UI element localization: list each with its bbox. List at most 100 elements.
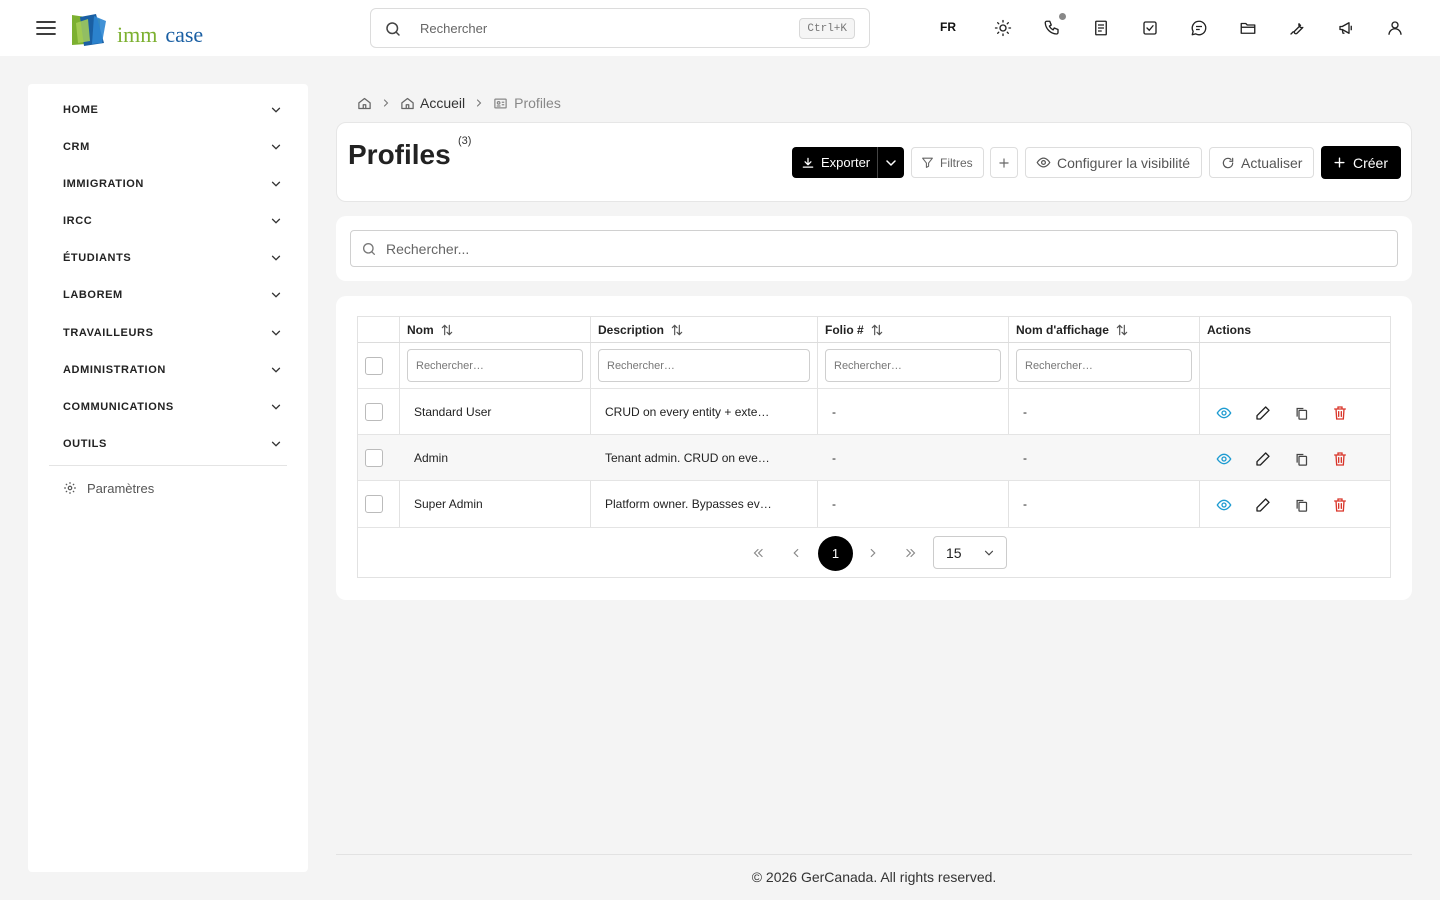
chevron-down-icon <box>271 367 281 373</box>
filter-nom-affichage-input[interactable] <box>1016 349 1192 382</box>
edit-icon[interactable] <box>1253 403 1273 423</box>
logo-text-case: case <box>165 22 204 47</box>
next-page-icon[interactable] <box>858 538 888 568</box>
refresh-button[interactable]: Actualiser <box>1209 147 1314 178</box>
view-icon[interactable] <box>1214 449 1234 469</box>
delete-icon[interactable] <box>1330 403 1350 423</box>
sidebar-item-administration[interactable]: ADMINISTRATION <box>63 360 283 380</box>
home-icon <box>358 97 371 109</box>
sidebar: HOME CRM IMMIGRATION IRCC ÉTUDIANTS LABO… <box>28 84 308 872</box>
first-page-icon[interactable] <box>743 538 773 568</box>
chat-icon[interactable] <box>1187 16 1211 40</box>
previous-page-icon[interactable] <box>781 538 811 568</box>
filters-button[interactable]: Filtres <box>911 147 984 178</box>
sidebar-item-home[interactable]: HOME <box>63 100 283 120</box>
sort-icon[interactable] <box>1115 323 1129 337</box>
notes-icon[interactable] <box>1089 16 1113 40</box>
tools-icon[interactable] <box>1285 16 1309 40</box>
global-search[interactable]: Rechercher Ctrl+K <box>370 8 870 48</box>
logo[interactable]: imm case <box>70 11 203 47</box>
export-button[interactable]: Exporter <box>792 147 877 178</box>
folder-icon[interactable] <box>1236 16 1260 40</box>
breadcrumb-home[interactable] <box>357 96 372 111</box>
table-search[interactable] <box>350 230 1398 267</box>
column-header-label: Description <box>598 323 665 337</box>
filter-nom-input[interactable] <box>407 349 583 382</box>
chevron-down-icon <box>271 181 281 187</box>
breadcrumb-accueil[interactable]: Accueil <box>400 95 465 111</box>
table-row: Admin Tenant admin. CRUD on eve… - - <box>358 435 1390 481</box>
sidebar-item-label: IRCC <box>63 215 93 227</box>
footer-divider <box>336 854 1412 855</box>
delete-icon[interactable] <box>1330 449 1350 469</box>
table-search-input[interactable] <box>386 239 1376 259</box>
chevron-down-icon <box>886 159 896 166</box>
cell-description: Tenant admin. CRUD on eve… <box>605 451 770 465</box>
footer-copyright: © 2026 GerCanada. All rights reserved. <box>751 869 997 885</box>
add-filter-button[interactable] <box>990 147 1018 178</box>
view-icon[interactable] <box>1214 495 1234 515</box>
tasks-icon[interactable] <box>1138 16 1162 40</box>
sidebar-item-outils[interactable]: OUTILS <box>63 434 283 454</box>
filter-folio-input[interactable] <box>825 349 1001 382</box>
row-checkbox[interactable] <box>365 449 383 467</box>
sidebar-item-label: ÉTUDIANTS <box>63 252 132 264</box>
view-icon[interactable] <box>1214 403 1234 423</box>
edit-icon[interactable] <box>1253 495 1273 515</box>
announcement-icon[interactable] <box>1334 16 1358 40</box>
language-switcher[interactable]: FR <box>940 20 956 34</box>
column-header-folio[interactable]: Folio # <box>825 323 884 337</box>
user-icon[interactable] <box>1383 16 1407 40</box>
sidebar-item-travailleurs[interactable]: TRAVAILLEURS <box>63 323 283 343</box>
column-header-description[interactable]: Description <box>598 323 684 337</box>
sidebar-item-laborem[interactable]: LABOREM <box>63 285 283 305</box>
filter-description-input[interactable] <box>598 349 810 382</box>
row-checkbox[interactable] <box>365 403 383 421</box>
last-page-icon[interactable] <box>896 538 926 568</box>
copy-icon[interactable] <box>1291 495 1311 515</box>
menu-icon[interactable] <box>34 16 58 40</box>
sidebar-item-etudiants[interactable]: ÉTUDIANTS <box>63 248 283 268</box>
cell-nom: Standard User <box>414 405 492 419</box>
theme-sun-icon[interactable] <box>991 16 1015 40</box>
sidebar-item-label: TRAVAILLEURS <box>63 327 154 339</box>
profiles-table: Nom Description Folio # Nom d'affichage … <box>357 316 1391 578</box>
sidebar-item-communications[interactable]: COMMUNICATIONS <box>63 397 283 417</box>
export-dropdown-button[interactable] <box>878 147 904 178</box>
cell-description: Platform owner. Bypasses ev… <box>605 497 772 511</box>
sidebar-item-immigration[interactable]: IMMIGRATION <box>63 174 283 194</box>
record-count: (3) <box>458 135 472 147</box>
sort-icon[interactable] <box>870 323 884 337</box>
column-header-nom[interactable]: Nom <box>407 323 454 337</box>
cell-nom: Super Admin <box>414 497 483 511</box>
configure-visibility-button[interactable]: Configurer la visibilité <box>1025 147 1202 178</box>
download-icon <box>802 157 814 168</box>
copy-icon[interactable] <box>1291 449 1311 469</box>
chevron-down-icon <box>271 292 281 298</box>
sidebar-item-settings[interactable]: Paramètres <box>63 479 154 497</box>
gear-icon <box>64 482 76 494</box>
page-number-current[interactable]: 1 <box>818 536 853 571</box>
sort-icon[interactable] <box>670 323 684 337</box>
page-size-select[interactable]: 15 <box>933 536 1007 569</box>
cell-folio: - <box>832 451 836 465</box>
column-header-label: Actions <box>1207 323 1252 337</box>
edit-icon[interactable] <box>1253 449 1273 469</box>
sidebar-item-crm[interactable]: CRM <box>63 137 283 157</box>
create-button[interactable]: Créer <box>1321 146 1401 179</box>
sort-icon[interactable] <box>440 323 454 337</box>
delete-icon[interactable] <box>1330 495 1350 515</box>
sidebar-item-ircc[interactable]: IRCC <box>63 211 283 231</box>
sidebar-item-label: COMMUNICATIONS <box>63 401 174 413</box>
copy-icon[interactable] <box>1291 403 1311 423</box>
column-header-nom-affichage[interactable]: Nom d'affichage <box>1016 323 1129 337</box>
filters-label: Filtres <box>940 155 973 170</box>
row-checkbox[interactable] <box>365 495 383 513</box>
export-label: Exporter <box>821 155 871 170</box>
refresh-label: Actualiser <box>1241 154 1303 171</box>
plus-icon <box>999 157 1009 168</box>
column-header-actions: Actions <box>1207 323 1251 337</box>
page-title: Profiles <box>348 139 451 170</box>
select-all-checkbox[interactable] <box>365 357 383 375</box>
create-label: Créer <box>1353 154 1389 171</box>
